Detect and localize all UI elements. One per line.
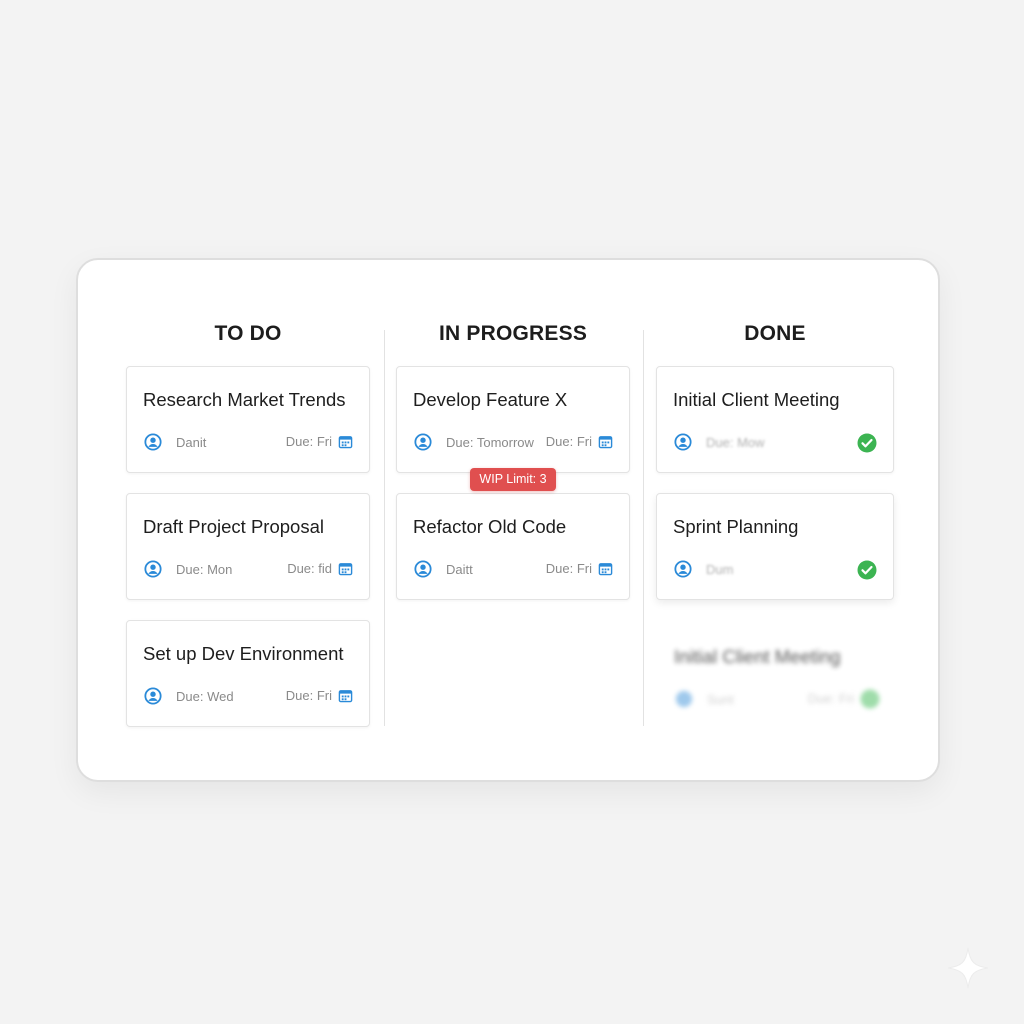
task-title: Set up Dev Environment xyxy=(143,643,344,664)
kanban-board: TO DO IN PROGRESS DONE Research Market T… xyxy=(76,258,940,782)
user-circle-icon xyxy=(674,433,692,451)
calendar-icon xyxy=(338,563,353,576)
task-title: Sprint Planning xyxy=(673,516,799,537)
user-circle-icon xyxy=(674,560,692,578)
assignee-label: Due: Wed xyxy=(176,688,234,704)
assignee-label: Danit xyxy=(176,434,207,450)
task-assignee: Due: Tomorrow xyxy=(414,433,534,451)
task-card[interactable]: Research Market Trends Danit Due: Fri xyxy=(126,366,370,473)
check-circle-icon xyxy=(857,560,877,580)
calendar-icon xyxy=(338,690,353,703)
due-label: Due: Fri xyxy=(545,561,592,576)
assignee-label: Due: Mow xyxy=(706,434,765,450)
task-title: Initial Client Meeting xyxy=(674,646,841,667)
column-divider xyxy=(384,330,385,726)
task-title: Draft Project Proposal xyxy=(143,516,324,537)
task-title: Develop Feature X xyxy=(413,389,568,410)
column-divider xyxy=(643,330,644,726)
task-due: Due: Fri xyxy=(546,561,613,576)
task-card[interactable]: Develop Feature X Due: Tomorrow Due: Fri xyxy=(396,366,630,473)
task-title: Initial Client Meeting xyxy=(673,389,840,410)
task-assignee: Dum xyxy=(674,560,733,578)
sparkle-icon xyxy=(947,947,989,989)
column-title-in-progress: IN PROGRESS xyxy=(438,322,588,345)
task-due: Due: Fri xyxy=(546,434,613,449)
task-title: Refactor Old Code xyxy=(413,516,567,537)
dragging-task-card[interactable]: Initial Client Meeting Sunt Due: Fri xyxy=(658,632,894,722)
calendar-icon xyxy=(338,436,353,449)
due-label: Due: Fri xyxy=(807,691,854,706)
due-label: Due: fid xyxy=(287,561,332,576)
due-label: Due: Fri xyxy=(545,434,592,449)
calendar-icon xyxy=(598,436,613,449)
check-circle-icon xyxy=(860,689,880,709)
task-card[interactable]: Refactor Old Code Daitt Due: Fri xyxy=(396,493,630,600)
task-assignee: Danit xyxy=(144,433,206,451)
task-due: Due: Fri xyxy=(808,691,854,706)
assignee-label: Due: Mon xyxy=(176,561,233,577)
task-assignee: Sunt xyxy=(675,690,734,708)
assignee-label: Daitt xyxy=(446,561,473,577)
assignee-label: Due: Tomorrow xyxy=(446,434,534,450)
column-title-done: DONE xyxy=(744,322,806,345)
assignee-label: Sunt xyxy=(707,691,734,707)
task-assignee: Due: Wed xyxy=(144,687,234,705)
task-card[interactable]: Draft Project Proposal Due: Mon Due: fid xyxy=(126,493,370,600)
user-circle-icon xyxy=(144,687,162,705)
due-label: Due: Fri xyxy=(285,688,332,703)
user-circle-icon xyxy=(675,690,693,708)
task-card[interactable]: Sprint Planning Dum xyxy=(656,493,894,600)
task-due: Due: fid xyxy=(287,561,353,576)
calendar-icon xyxy=(598,563,613,576)
task-due: Due: Fri xyxy=(286,688,353,703)
page-background: TO DO IN PROGRESS DONE Research Market T… xyxy=(0,0,1024,1024)
user-circle-icon xyxy=(144,433,162,451)
user-circle-icon xyxy=(144,560,162,578)
task-assignee: Due: Mon xyxy=(144,560,232,578)
wip-limit-badge: WIP Limit: 3 xyxy=(470,468,556,491)
assignee-label: Dum xyxy=(706,561,734,577)
check-circle-icon xyxy=(857,433,877,453)
task-assignee: Daitt xyxy=(414,560,473,578)
task-assignee: Due: Mow xyxy=(674,433,765,451)
task-card[interactable]: Set up Dev Environment Due: Wed Due: Fri xyxy=(126,620,370,727)
task-due: Due: Fri xyxy=(286,434,353,449)
user-circle-icon xyxy=(414,560,432,578)
task-title: Research Market Trends xyxy=(143,389,346,410)
user-circle-icon xyxy=(414,433,432,451)
due-label: Due: Fri xyxy=(285,434,332,449)
task-card[interactable]: Initial Client Meeting Due: Mow xyxy=(656,366,894,473)
column-title-todo: TO DO xyxy=(214,322,282,345)
